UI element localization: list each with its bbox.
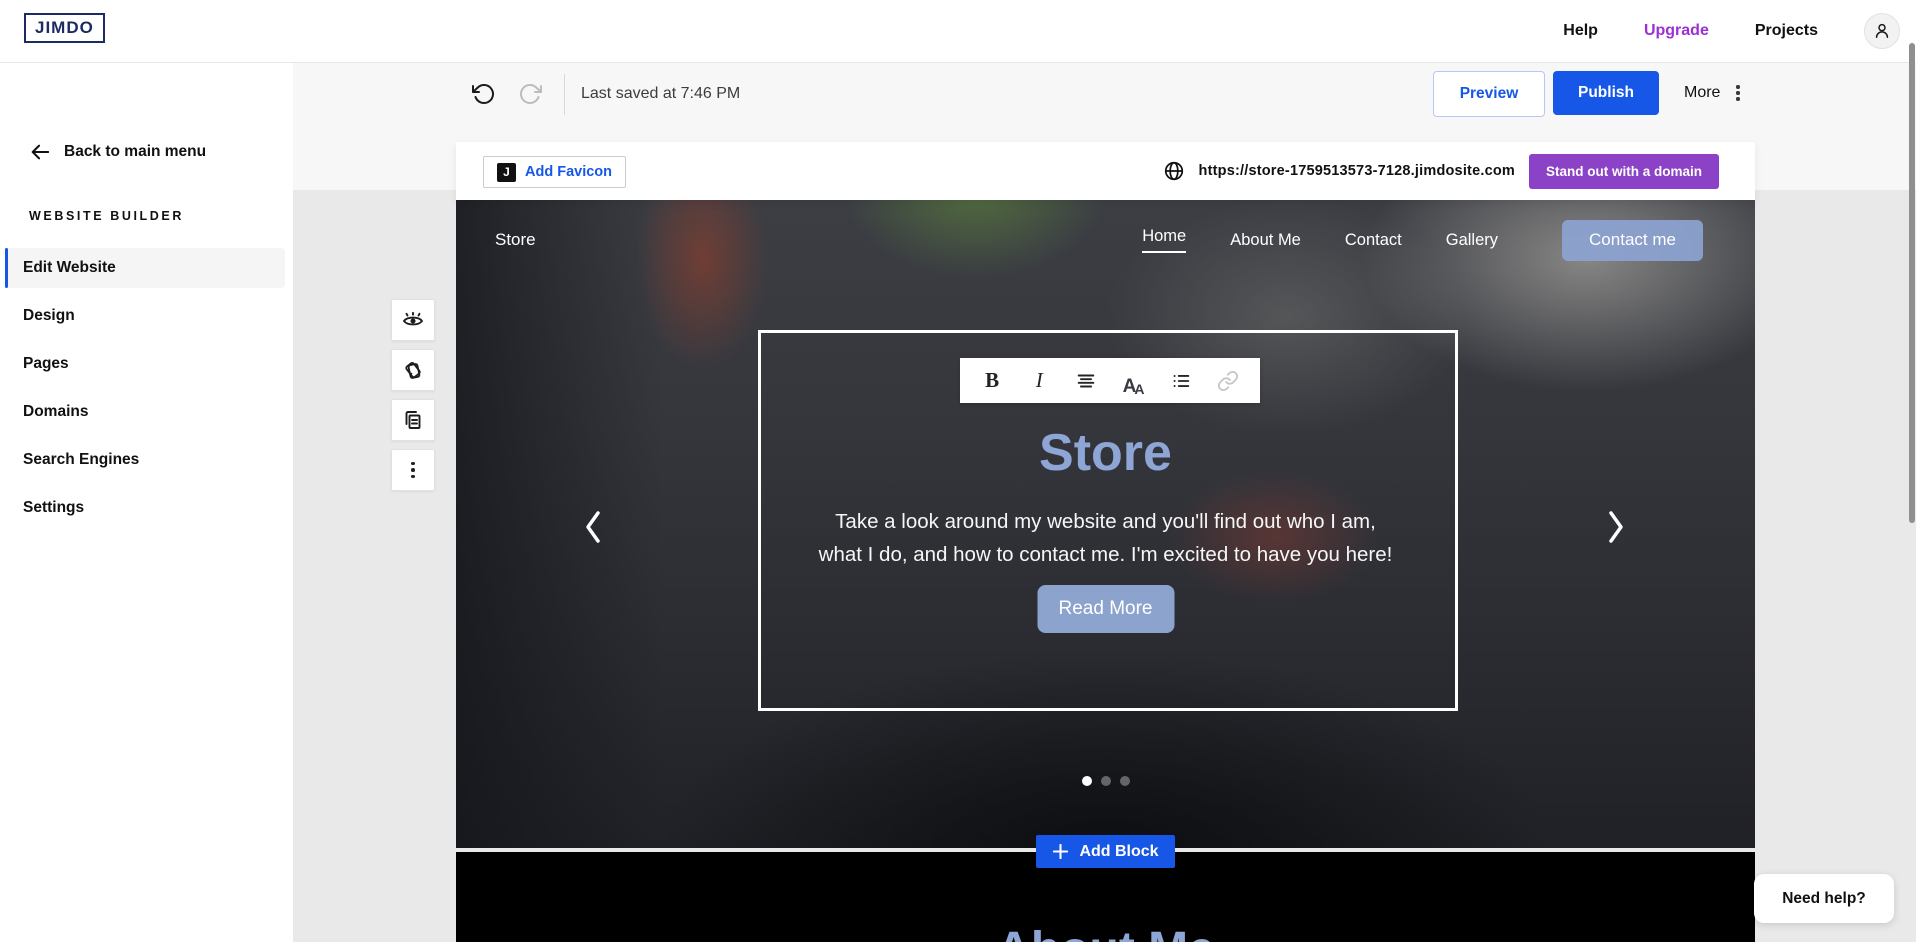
add-block-button[interactable]: Add Block <box>1036 835 1175 868</box>
block-tools <box>391 299 435 491</box>
sidebar-item-label: Edit Website <box>23 259 116 277</box>
duplicate-button[interactable] <box>391 399 435 441</box>
text-format-toolbar: B I A A <box>960 358 1260 403</box>
app-header: JIMDO Help Upgrade Projects <box>0 0 1916 63</box>
italic-button[interactable]: I <box>1024 366 1054 396</box>
redo-icon <box>518 82 542 106</box>
sidebar-item-pages[interactable]: Pages <box>5 344 285 384</box>
align-button[interactable] <box>1071 366 1101 396</box>
nav-about-me[interactable]: About Me <box>1230 231 1301 250</box>
sidebar-item-edit-website[interactable]: Edit Website <box>5 248 285 288</box>
chevron-right-icon <box>1605 509 1627 545</box>
jimdo-editor: JIMDO Help Upgrade Projects <box>0 0 1916 942</box>
more-menu[interactable]: More <box>1684 71 1740 115</box>
block-options-button[interactable] <box>391 449 435 491</box>
last-saved-status: Last saved at 7:46 PM <box>581 85 740 103</box>
carousel-dot-2[interactable] <box>1101 776 1111 786</box>
domain-cta-button[interactable]: Stand out with a domain <box>1529 154 1719 189</box>
preview-button[interactable]: Preview <box>1433 71 1545 117</box>
link-icon <box>1217 370 1239 392</box>
list-icon <box>1170 370 1192 392</box>
sidebar-item-label: Domains <box>23 403 88 421</box>
site-nav: Store Home About Me Contact Gallery Cont… <box>495 218 1703 262</box>
chevron-left-icon <box>582 509 604 545</box>
publish-button[interactable]: Publish <box>1553 71 1659 115</box>
carousel-dot-1[interactable] <box>1082 776 1092 786</box>
swatches-icon <box>401 358 425 382</box>
sidebar-item-label: Design <box>23 307 75 325</box>
carousel-next-button[interactable] <box>1605 509 1627 545</box>
user-icon <box>1872 21 1892 41</box>
site-logo[interactable]: Store <box>495 230 536 250</box>
hero-title[interactable]: Store <box>456 430 1755 476</box>
back-label: Back to main menu <box>64 143 206 161</box>
eye-icon <box>401 308 425 332</box>
active-indicator <box>5 248 8 288</box>
sidebar-item-label: Settings <box>23 499 84 517</box>
globe-icon <box>1163 160 1185 182</box>
sidebar-item-label: Search Engines <box>23 451 139 469</box>
copy-icon <box>401 408 425 432</box>
nav-contact[interactable]: Contact <box>1345 231 1402 250</box>
account-avatar[interactable] <box>1864 13 1900 49</box>
jimdo-logo[interactable]: JIMDO <box>24 13 105 43</box>
back-to-main-menu[interactable]: Back to main menu <box>30 142 206 162</box>
font-small-glyph: A <box>1134 382 1144 396</box>
list-button[interactable] <box>1166 366 1196 396</box>
font-button[interactable]: A A <box>1119 366 1149 396</box>
bold-button[interactable]: B <box>977 366 1007 396</box>
add-block-label: Add Block <box>1079 843 1158 861</box>
add-favicon-button[interactable]: J Add Favicon <box>483 156 626 188</box>
kebab-icon <box>411 462 415 479</box>
site-url: https://store-1759513573-7128.jimdosite.… <box>1199 163 1515 179</box>
sidebar-item-settings[interactable]: Settings <box>5 488 285 528</box>
more-label: More <box>1684 84 1720 102</box>
favicon-placeholder-icon: J <box>497 163 516 182</box>
url-group: https://store-1759513573-7128.jimdosite.… <box>1163 153 1719 189</box>
header-nav: Help Upgrade Projects <box>1563 0 1900 62</box>
sidebar: Back to main menu WEBSITE BUILDER Edit W… <box>0 62 293 942</box>
nav-gallery[interactable]: Gallery <box>1446 231 1498 250</box>
redo-button[interactable] <box>516 80 544 108</box>
link-button[interactable] <box>1213 366 1243 396</box>
projects-link[interactable]: Projects <box>1755 22 1818 40</box>
style-button[interactable] <box>391 349 435 391</box>
sidebar-item-label: Pages <box>23 355 69 373</box>
contact-me-button[interactable]: Contact me <box>1562 220 1703 261</box>
about-me-title[interactable]: About Me <box>456 922 1755 942</box>
scrollbar-thumb[interactable] <box>1909 43 1915 523</box>
need-help-button[interactable]: Need help? <box>1754 874 1894 923</box>
help-link[interactable]: Help <box>1563 22 1598 40</box>
kebab-icon <box>1736 85 1739 100</box>
sidebar-item-design[interactable]: Design <box>5 296 285 336</box>
sidebar-item-domains[interactable]: Domains <box>5 392 285 432</box>
align-center-icon <box>1075 370 1097 392</box>
plus-icon <box>1052 843 1069 860</box>
carousel-dot-3[interactable] <box>1120 776 1130 786</box>
upgrade-link[interactable]: Upgrade <box>1644 22 1709 40</box>
undo-button[interactable] <box>470 80 498 108</box>
nav-home[interactable]: Home <box>1142 227 1186 253</box>
section-label: WEBSITE BUILDER <box>29 209 184 223</box>
add-favicon-label: Add Favicon <box>525 164 612 180</box>
sidebar-menu: Edit Website Design Pages Domains Search… <box>5 248 285 528</box>
site-url-bar: J Add Favicon https://store-1759513573-7… <box>456 142 1755 200</box>
site-nav-links: Home About Me Contact Gallery Contact me <box>1142 220 1703 261</box>
read-more-button[interactable]: Read More <box>1037 585 1174 633</box>
carousel-prev-button[interactable] <box>582 509 604 545</box>
site-hero-preview: Store Home About Me Contact Gallery Cont… <box>456 200 1755 848</box>
sidebar-item-search-engines[interactable]: Search Engines <box>5 440 285 480</box>
undo-icon <box>472 82 496 106</box>
hero-description[interactable]: Take a look around my website and you'll… <box>816 506 1396 572</box>
visibility-button[interactable] <box>391 299 435 341</box>
carousel-dots <box>1082 776 1130 786</box>
back-arrow-icon <box>30 142 50 162</box>
toolbar-divider <box>564 74 565 115</box>
